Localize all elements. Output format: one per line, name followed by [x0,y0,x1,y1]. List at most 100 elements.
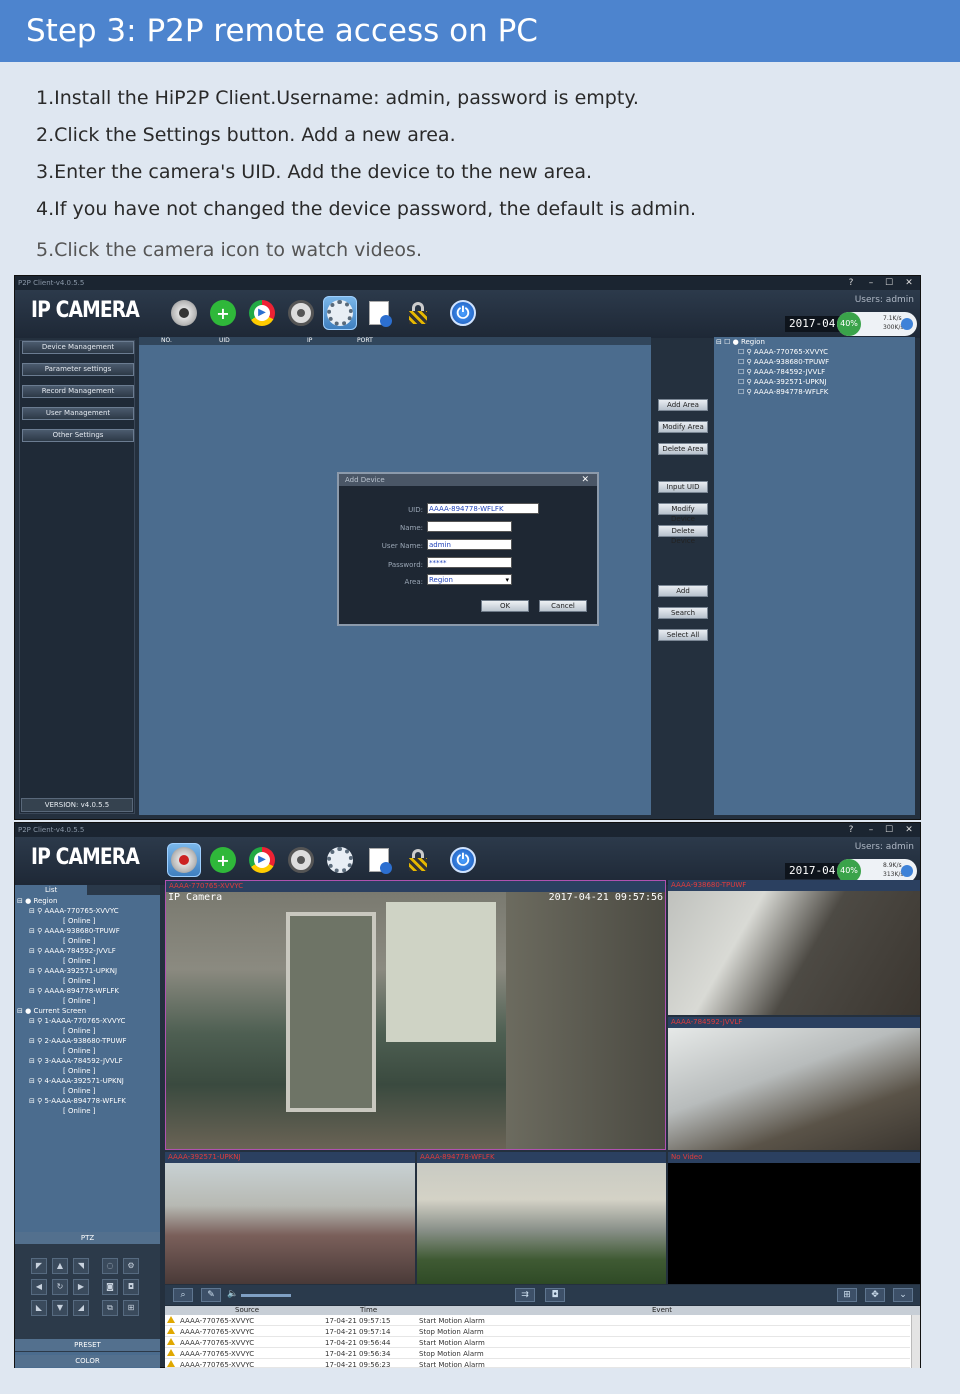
camera-view-icon[interactable] [167,843,201,877]
video-tile[interactable]: AAAA-894778-WFLFK [417,1152,666,1284]
video-tile-main[interactable]: AAAA-770765-XVVYC IP Camera 2017-04-21 0… [165,880,666,1150]
dialog-close-icon[interactable]: ✕ [581,474,589,486]
device-item[interactable]: ⊟ ⚲ AAAA-784592-JVVLF [29,946,116,956]
screen-item[interactable]: ⊟ ⚲ 5-AAAA-894778-WFLFK [29,1096,126,1106]
event-row[interactable]: AAAA-770765-XVVYC 17-04-21 09:57:15 Star… [165,1316,910,1326]
preset-button[interactable]: PRESET [15,1339,160,1351]
ptz-icon[interactable] [284,843,318,877]
lock-icon[interactable] [401,296,435,330]
close-button[interactable]: ✕ [901,276,917,290]
ptz-right-button[interactable]: ▶ [73,1279,89,1295]
device-item[interactable]: ⊟ ⚲ AAAA-392571-UPKNJ [29,966,117,976]
col-ip[interactable]: IP [307,337,312,345]
col-source[interactable]: Source [235,1306,259,1315]
ptz-up-right-button[interactable]: ◥ [73,1258,89,1274]
search-icon[interactable]: ⌕ [173,1288,193,1302]
ok-button[interactable]: OK [481,600,529,612]
power-icon[interactable]: ⏻ [446,296,480,330]
col-time[interactable]: Time [360,1306,377,1315]
event-row[interactable]: AAAA-770765-XVVYC 17-04-21 09:56:34 Stop… [165,1349,910,1359]
modify-device-button[interactable]: Modify Device [658,503,708,523]
log-icon[interactable] [362,843,396,877]
settings-icon[interactable] [323,843,357,877]
tree-root[interactable]: ⊟ ● Region [17,896,57,906]
help-button[interactable]: ? [843,276,859,290]
event-row[interactable]: AAAA-770765-XVVYC 17-04-21 09:56:44 Star… [165,1338,910,1348]
collapse-icon[interactable]: ⌄ [893,1288,913,1302]
col-no[interactable]: NO. [161,337,172,345]
maximize-button[interactable]: ☐ [881,276,897,290]
record-management-button[interactable]: Record Management [22,385,134,398]
event-row[interactable]: AAAA-770765-XVVYC 17-04-21 09:57:14 Stop… [165,1327,910,1337]
current-screen-root[interactable]: ⊟ ● Current Screen [17,1006,86,1016]
log-icon[interactable] [362,296,396,330]
screen-item[interactable]: ⊟ ⚲ 3-AAAA-784592-JVVLF [29,1056,123,1066]
camera-view-icon[interactable] [167,296,201,330]
playback-icon[interactable]: ▶ [245,296,279,330]
tree-item[interactable]: ☐ ⚲ AAAA-938680-TPUWF [738,357,829,367]
tree-item[interactable]: ☐ ⚲ AAAA-784592-JVVLF [738,367,825,377]
screen-item[interactable]: ⊟ ⚲ 1-AAAA-770765-XVVYC [29,1016,125,1026]
video-tile[interactable]: AAAA-784592-JVVLF [668,1017,920,1150]
ptz-down-button[interactable]: ▼ [52,1300,68,1316]
select-all-button[interactable]: Select All [658,629,708,641]
iris-button[interactable]: ◙ [102,1279,118,1295]
device-management-button[interactable]: Device Management [22,341,134,354]
traffic-settings-icon[interactable] [901,865,913,877]
minimize-button[interactable]: – [863,823,879,837]
device-item[interactable]: ⊟ ⚲ AAAA-938680-TPUWF [29,926,120,936]
fullscreen-icon[interactable]: ✥ [865,1288,885,1302]
video-tile[interactable]: AAAA-392571-UPKNJ [165,1152,415,1284]
search-button[interactable]: Search [658,607,708,619]
color-button[interactable]: COLOR [15,1355,160,1367]
minimize-button[interactable]: – [863,276,879,290]
maximize-button[interactable]: ☐ [881,823,897,837]
power-icon[interactable]: ⏻ [446,843,480,877]
username-input[interactable]: admin [427,539,512,550]
tree-item[interactable]: ☐ ⚲ AAAA-770765-XVVYC [738,347,828,357]
user-management-button[interactable]: User Management [22,407,134,420]
ptz-up-left-button[interactable]: ◤ [31,1258,47,1274]
uid-input[interactable]: AAAA-894778-WFLFK [427,503,539,514]
area-select[interactable]: Region ▾ [427,574,512,585]
wrench-icon[interactable]: ✎ [201,1288,221,1302]
focus-button[interactable]: ⚙ [123,1258,139,1274]
tree-item[interactable]: ☐ ⚲ AAAA-392571-UPKNJ [738,377,826,387]
delete-area-button[interactable]: Delete Area [658,443,708,455]
ptz-up-button[interactable]: ▲ [52,1258,68,1274]
volume-slider[interactable] [241,1294,291,1297]
lock-icon[interactable] [401,843,435,877]
help-button[interactable]: ? [843,823,859,837]
ptz-icon[interactable] [284,296,318,330]
input-uid-button[interactable]: Input UID [658,481,708,493]
video-tile[interactable]: AAAA-938680-TPUWF [668,880,920,1015]
event-row[interactable]: AAAA-770765-XVVYC 17-04-21 09:56:23 Star… [165,1360,910,1368]
modify-area-button[interactable]: Modify Area [658,421,708,433]
volume-icon[interactable]: 🔈 [227,1289,238,1299]
ptz-auto-button[interactable]: ↻ [52,1279,68,1295]
col-port[interactable]: PORT [357,337,373,345]
name-input[interactable] [427,521,512,532]
tree-root[interactable]: ⊟ ☐ ● Region [716,337,765,347]
snapshot-icon[interactable]: ◘ [545,1288,565,1302]
other-settings-button[interactable]: Other Settings [22,429,134,442]
screen-item[interactable]: ⊟ ⚲ 2-AAAA-938680-TPUWF [29,1036,127,1046]
device-item[interactable]: ⊟ ⚲ AAAA-894778-WFLFK [29,986,119,996]
layout-icon[interactable]: ⊞ [837,1288,857,1302]
add-button[interactable]: Add [658,585,708,597]
zoom-in-button[interactable]: ◌ [102,1258,118,1274]
password-input[interactable]: ***** [427,557,512,568]
ptz-down-right-button[interactable]: ◢ [73,1300,89,1316]
add-icon[interactable]: + [206,843,240,877]
device-item[interactable]: ⊟ ⚲ AAAA-770765-XVVYC [29,906,119,916]
add-icon[interactable]: + [206,296,240,330]
ptz-down-left-button[interactable]: ◣ [31,1300,47,1316]
tree-item[interactable]: ☐ ⚲ AAAA-894778-WFLFK [738,387,828,397]
add-area-button[interactable]: Add Area [658,399,708,411]
screen-item[interactable]: ⊟ ⚲ 4-AAAA-392571-UPKNJ [29,1076,124,1086]
close-button[interactable]: ✕ [901,823,917,837]
zoom-tele-button[interactable]: ⊞ [123,1300,139,1316]
traffic-settings-icon[interactable] [901,318,913,330]
settings-icon[interactable] [323,296,357,330]
iris-close-button[interactable]: ◘ [123,1279,139,1295]
